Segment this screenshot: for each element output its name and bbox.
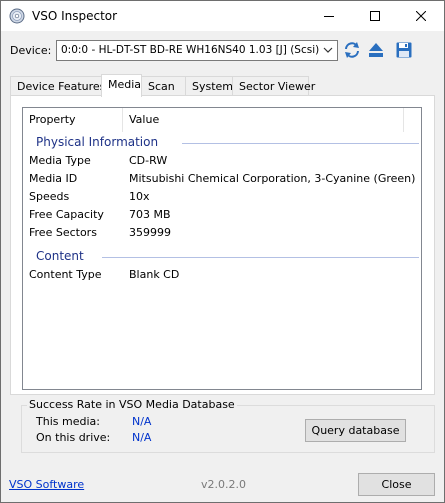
this-media-value: N/A (132, 415, 152, 428)
media-properties-list[interactable]: Property Value Physical Information Medi… (22, 107, 422, 390)
column-header-label: Value (129, 113, 160, 126)
group-title: Physical Information (36, 135, 159, 149)
minimize-button[interactable] (306, 1, 352, 31)
tab-label: Sector Viewer (239, 80, 316, 93)
disc-icon (9, 8, 25, 24)
media-database-title: Success Rate in VSO Media Database (27, 398, 237, 411)
tab-label: Scan (148, 80, 175, 93)
save-button[interactable] (395, 41, 413, 59)
tab-device-features[interactable]: Device Features (10, 76, 106, 96)
property-name: Content Type (29, 268, 102, 281)
chevron-down-icon (323, 47, 333, 53)
property-name: Free Sectors (29, 226, 97, 239)
close-button[interactable]: Close (358, 473, 435, 496)
window-title: VSO Inspector (32, 9, 118, 23)
query-database-button[interactable]: Query database (305, 419, 406, 442)
property-name: Media ID (29, 172, 78, 185)
this-drive-value: N/A (132, 431, 152, 444)
group-title: Content (36, 249, 84, 263)
tab-sector-viewer[interactable]: Sector Viewer (232, 76, 315, 96)
title-bar[interactable]: VSO Inspector (1, 1, 444, 31)
tab-label: Media (108, 78, 142, 91)
group-header-content[interactable]: Content (24, 248, 419, 266)
property-value: Blank CD (129, 268, 180, 281)
refresh-icon (345, 42, 359, 58)
device-label: Device: (10, 44, 52, 57)
vso-software-link[interactable]: VSO Software (9, 478, 84, 491)
eject-icon (369, 43, 383, 57)
property-value: CD-RW (129, 154, 168, 167)
close-window-button[interactable] (398, 1, 444, 31)
list-item[interactable]: Free Capacity 703 MB (23, 207, 419, 225)
property-name: Speeds (29, 190, 70, 203)
version-label: v2.0.2.0 (201, 478, 246, 491)
group-divider (102, 257, 419, 258)
this-media-label: This media: (36, 415, 100, 428)
property-value: Mitsubishi Chemical Corporation, 3-Cyani… (129, 172, 416, 185)
group-header-physical-information[interactable]: Physical Information (24, 134, 419, 152)
list-item[interactable]: Content Type Blank CD (23, 267, 419, 285)
tab-scan[interactable]: Scan (141, 76, 186, 96)
property-name: Media Type (29, 154, 91, 167)
refresh-button[interactable] (343, 41, 361, 59)
minimize-icon (324, 16, 334, 17)
property-value: 703 MB (129, 208, 171, 221)
this-drive-label: On this drive: (36, 431, 111, 444)
tab-label: Device Features (17, 80, 106, 93)
maximize-button[interactable] (352, 1, 398, 31)
tab-system[interactable]: System (185, 76, 233, 96)
list-item[interactable]: Media ID Mitsubishi Chemical Corporation… (23, 171, 419, 189)
property-value: 10x (129, 190, 150, 203)
property-value: 359999 (129, 226, 171, 239)
list-item[interactable]: Free Sectors 359999 (23, 225, 419, 243)
close-button-label: Close (381, 478, 412, 491)
device-select-value: 0:0:0 - HL-DT-ST BD-RE WH16NS40 1.03 [J]… (61, 44, 320, 56)
media-tab-panel: Property Value Physical Information Medi… (10, 95, 435, 395)
column-header-property[interactable]: Property (23, 108, 123, 132)
list-item[interactable]: Media Type CD-RW (23, 153, 419, 171)
device-select[interactable]: 0:0:0 - HL-DT-ST BD-RE WH16NS40 1.03 [J]… (56, 40, 338, 61)
list-item[interactable]: Speeds 10x (23, 189, 419, 207)
eject-button[interactable] (367, 41, 385, 59)
tab-media[interactable]: Media (101, 74, 142, 97)
property-name: Free Capacity (29, 208, 104, 221)
query-database-label: Query database (311, 424, 400, 437)
close-icon (416, 11, 426, 21)
group-divider (182, 143, 419, 144)
inspector-window: VSO Inspector Device: 0:0:0 - HL-DT-ST B… (0, 0, 445, 503)
save-icon (396, 42, 412, 58)
column-header-value[interactable]: Value (123, 108, 404, 132)
maximize-icon (370, 11, 380, 21)
tab-label: System (192, 80, 234, 93)
column-header-label: Property (29, 113, 76, 126)
